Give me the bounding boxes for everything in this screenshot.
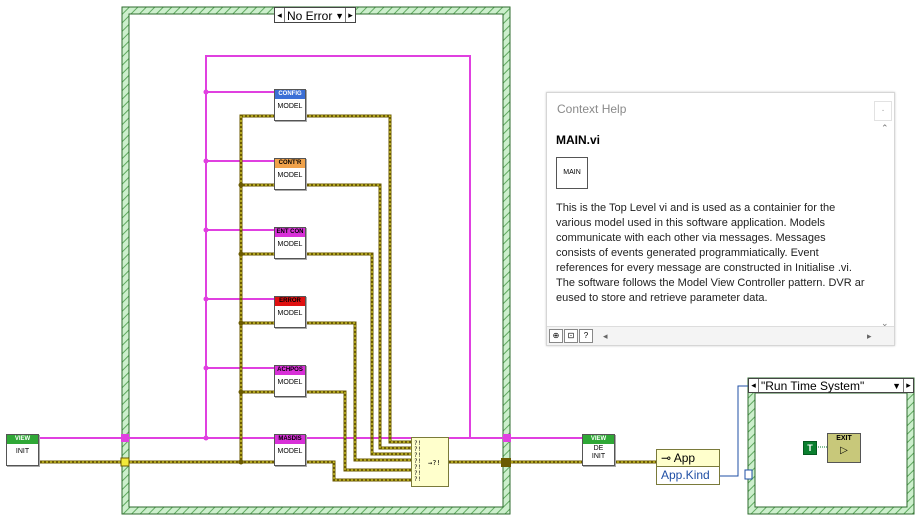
ref-tunnel-right — [503, 434, 511, 442]
contr-model-subvi[interactable]: CONT'R MODEL — [274, 158, 306, 190]
chevron-down-icon[interactable]: ▼ — [892, 379, 901, 394]
subvi-band: VIEW — [7, 435, 38, 444]
case-selector[interactable]: ◂ No Error ▼ ▸ — [274, 7, 356, 23]
property-node[interactable]: ⊸ App App.Kind — [656, 449, 720, 485]
selector-terminal — [744, 469, 753, 480]
property-node-class: ⊸ App — [657, 450, 719, 467]
error-tunnel-right — [501, 458, 511, 467]
vi-icon: MAIN — [556, 157, 588, 189]
chevron-right-icon[interactable]: ▸ — [867, 331, 872, 342]
enum-wire — [718, 385, 748, 477]
app-class-icon: ⊸ — [661, 451, 674, 465]
subvi-band: MASDIS — [275, 435, 305, 444]
context-help-toolbar: ⊕ ⊡ ? ◂ ▸ — [547, 326, 894, 345]
case-selector-2-value: "Run Time System" — [761, 379, 865, 393]
context-help-vi-name: MAIN.vi — [556, 133, 601, 147]
svg-text:?!: ?! — [414, 476, 421, 483]
config-model-subvi[interactable]: CONFIG MODEL — [274, 89, 306, 121]
case-selector-value: No Error — [287, 9, 333, 23]
subvi-label-line2: INIT — [591, 453, 606, 460]
exit-labview-node[interactable]: EXIT ▷ — [827, 433, 861, 463]
view-init-subvi[interactable]: VIEW INIT — [6, 434, 39, 466]
subvi-band: ENT CON — [275, 228, 305, 237]
subvi-label: MODEL — [277, 310, 303, 317]
merge-errors-node[interactable]: ?!?!?! ?!?!?!?! →?! — [411, 437, 449, 487]
close-icon[interactable]: · — [874, 101, 892, 121]
subvi-label: MODEL — [277, 103, 303, 110]
error-tunnel-left — [120, 457, 130, 467]
show-optional-terminals-icon[interactable]: ⊕ — [549, 329, 563, 343]
property-node-property[interactable]: App.Kind — [657, 467, 719, 483]
subvi-band: CONT'R — [275, 159, 305, 168]
subvi-label: MODEL — [277, 448, 303, 455]
context-help-title: Context Help — [557, 102, 627, 116]
detailed-help-icon[interactable]: ? — [579, 329, 593, 343]
case-selector-2[interactable]: ◂ "Run Time System" ▼ ▸ — [748, 378, 914, 393]
chevron-down-icon[interactable]: ▼ — [335, 8, 344, 24]
subvi-band: ACHPOS — [275, 366, 305, 375]
ref-tunnel-left — [121, 434, 129, 442]
subvi-label: INIT — [15, 448, 30, 455]
context-help-description: This is the Top Level vi and is used as … — [556, 202, 865, 304]
view-deinit-subvi[interactable]: VIEW DE INIT — [582, 434, 615, 466]
masdis-model-subvi[interactable]: MASDIS MODEL — [274, 434, 306, 466]
exit-label: EXIT — [836, 435, 852, 442]
context-help-window[interactable]: Context Help · MAIN.vi MAIN This is the … — [546, 92, 895, 346]
svg-text:→?!: →?! — [428, 459, 441, 467]
subvi-band: CONFIG — [275, 90, 305, 99]
chevron-left-icon[interactable]: ◂ — [603, 331, 608, 342]
subvi-band: VIEW — [583, 435, 614, 444]
achpos-model-subvi[interactable]: ACHPOS MODEL — [274, 365, 306, 397]
error-model-subvi[interactable]: ERROR MODEL — [274, 296, 306, 328]
entcon-model-subvi[interactable]: ENT CON MODEL — [274, 227, 306, 259]
subvi-label: MODEL — [277, 172, 303, 179]
chevron-up-icon[interactable]: ⌃ — [881, 123, 889, 134]
property-node-class-label: App — [673, 451, 696, 465]
case2-decrement-arrow[interactable]: ◂ — [749, 379, 759, 392]
context-help-scrollbar[interactable]: ⌃ ⌄ — [881, 123, 891, 329]
subvi-label: MODEL — [277, 241, 303, 248]
boolean-true-constant[interactable]: T — [803, 441, 817, 455]
case-increment-arrow[interactable]: ▸ — [345, 8, 355, 22]
subvi-label: MODEL — [277, 379, 303, 386]
merge-errors-icon: ?!?!?! ?!?!?!?! →?! — [414, 440, 441, 483]
case-decrement-arrow[interactable]: ◂ — [275, 8, 285, 22]
lock-icon[interactable]: ⊡ — [564, 329, 578, 343]
subvi-label: DE INIT — [583, 444, 614, 461]
case2-increment-arrow[interactable]: ▸ — [903, 379, 913, 392]
subvi-label-line1: DE — [593, 445, 604, 452]
exit-icon: ▷ — [840, 445, 848, 456]
subvi-band: ERROR — [275, 297, 305, 306]
